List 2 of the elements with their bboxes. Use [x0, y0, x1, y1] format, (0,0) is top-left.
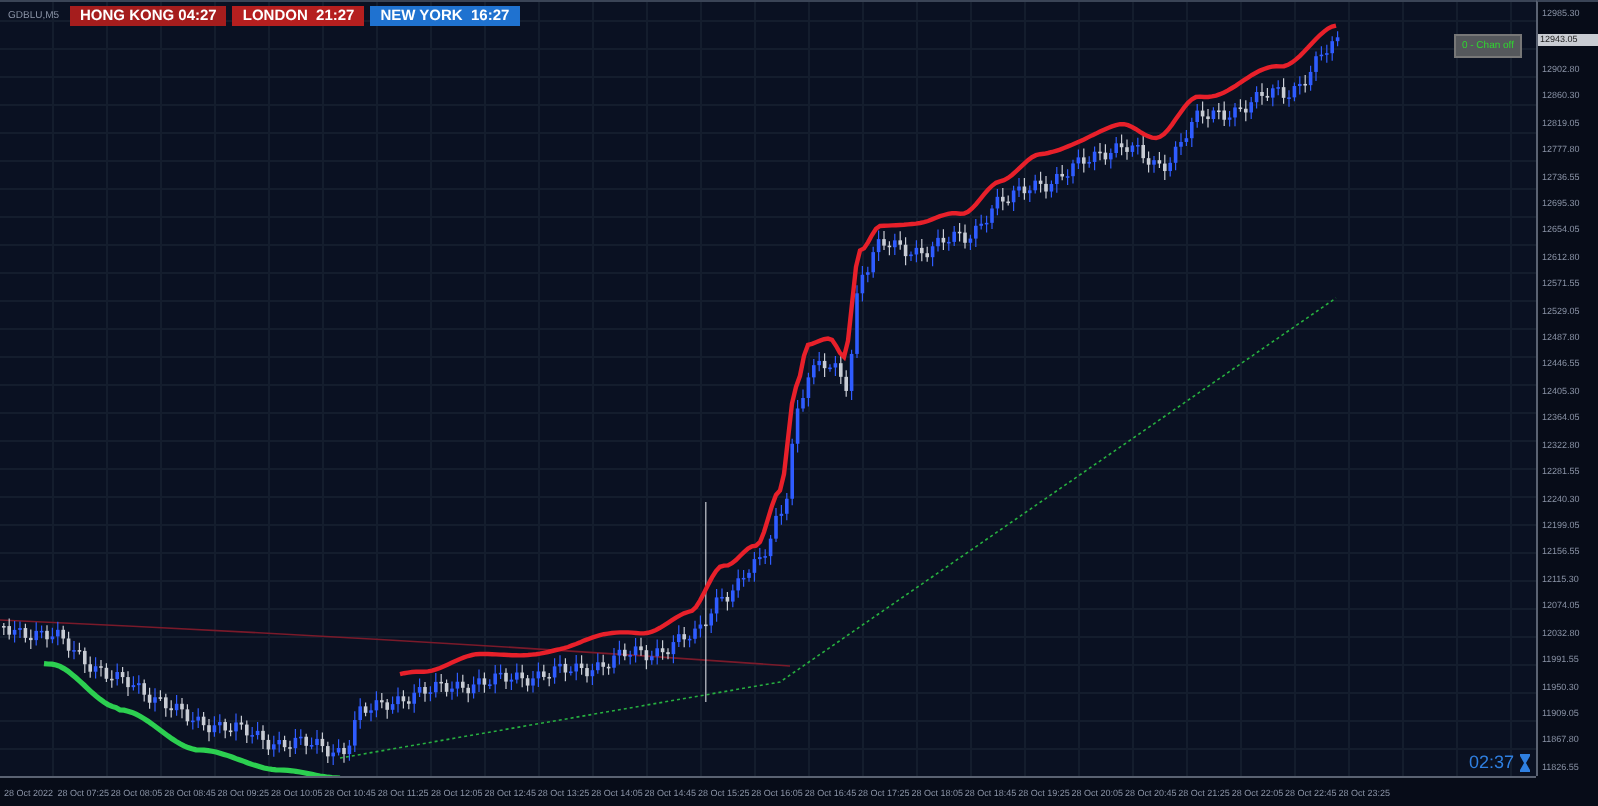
countdown-timer: 02:37: [1468, 752, 1514, 772]
hourglass-icon: [1520, 753, 1530, 771]
